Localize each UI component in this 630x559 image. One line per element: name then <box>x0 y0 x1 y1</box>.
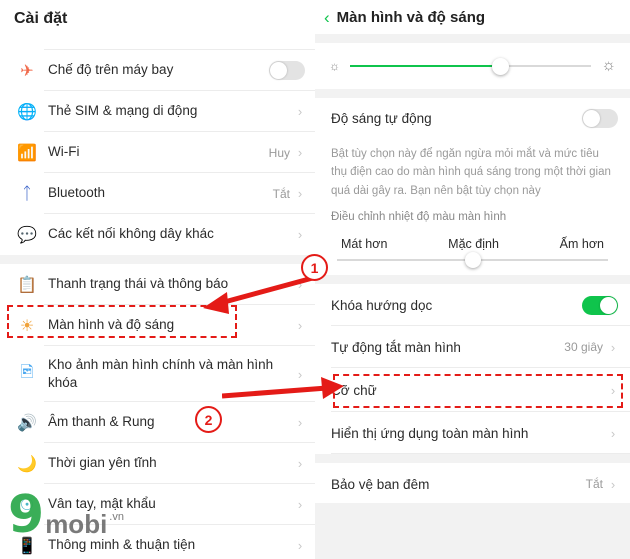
bluetooth-icon: ᛏ <box>21 183 33 203</box>
settings-list: ✈ Chế độ trên máy bay 🌐 Thẻ SIM & mạng d… <box>0 36 315 559</box>
row-font-size[interactable]: Cỡ chữ › <box>315 368 630 413</box>
color-temp-label: Điều chỉnh nhiệt độ màu màn hình <box>331 211 507 224</box>
watermark: 9 mobi .vn <box>8 484 124 545</box>
auto-brightness-description: Bật tùy chọn này để ngăn ngừa mỏi mắt và… <box>331 148 611 197</box>
sun-large-icon: ☼ <box>601 57 616 74</box>
sidebar-item-sound[interactable]: 🔊 Âm thanh & Rung › <box>0 402 315 443</box>
list-item-label: Kho ảnh màn hình chính và màn hình khóa <box>48 356 274 390</box>
sidebar-item-wifi[interactable]: 📶 Wi-Fi Huy › <box>0 132 315 173</box>
row-label: Hiển thị ứng dụng toàn màn hình <box>331 425 529 441</box>
row-label: Bảo vệ ban đêm <box>331 476 430 492</box>
chevron-right-icon: › <box>297 497 303 512</box>
chevron-right-icon: › <box>610 382 616 398</box>
bottom-band <box>315 503 630 559</box>
row-value: 30 giây <box>564 340 603 355</box>
screen-header: ‹ Màn hình và độ sáng <box>315 0 630 34</box>
list-item-label: Thời gian yên tĩnh <box>48 455 157 471</box>
brightness-slider-handle[interactable] <box>491 57 509 75</box>
chevron-right-icon: › <box>297 277 303 292</box>
color-temp-slider-handle[interactable] <box>464 252 481 269</box>
page-title: Cài đặt <box>14 10 68 27</box>
marker-1: 1 <box>301 254 328 281</box>
sun-small-icon: ☼ <box>329 59 340 73</box>
chevron-right-icon: › <box>297 104 303 119</box>
color-temp-slider[interactable] <box>315 251 630 275</box>
sidebar-item-other-connections[interactable]: 💬 Các kết nối không dây khác › <box>0 214 315 255</box>
row-label: Khóa hướng dọc <box>331 297 433 313</box>
list-item-value: Huy <box>268 145 290 160</box>
chevron-right-icon: › <box>297 456 303 471</box>
marker-2: 2 <box>195 406 222 433</box>
auto-brightness-toggle[interactable] <box>582 108 618 128</box>
sidebar-item-display-brightness[interactable]: ☀ Màn hình và độ sáng › <box>0 305 315 346</box>
row-screen-timeout[interactable]: Tự động tắt màn hình 30 giây › <box>315 326 630 369</box>
color-temp-warmer: Ấm hơn <box>559 237 604 252</box>
sound-icon: 🔊 <box>17 414 37 432</box>
color-temp-cooler: Mát hơn <box>341 237 388 252</box>
brightness-slider-row[interactable]: ☼ ☼ <box>315 43 630 89</box>
watermark-tld: .vn <box>109 511 124 523</box>
list-item-label: Màn hình và độ sáng <box>48 317 175 333</box>
auto-brightness-row[interactable]: Độ sáng tự động <box>315 98 630 138</box>
sidebar-item-statusbar[interactable]: 📋 Thanh trạng thái và thông báo › <box>0 264 315 305</box>
back-chevron-icon[interactable]: ‹ <box>324 9 330 26</box>
sidebar-item-quiet-time[interactable]: 🌙 Thời gian yên tĩnh › <box>0 443 315 484</box>
chevron-right-icon: › <box>297 366 303 382</box>
row-label: Tự động tắt màn hình <box>331 339 461 355</box>
list-item-label: Chế độ trên máy bay <box>48 62 174 78</box>
list-item-label: Thẻ SIM & mạng di động <box>48 103 198 119</box>
section-divider <box>315 275 630 285</box>
brightness-slider[interactable] <box>350 57 592 75</box>
dots-icon: 💬 <box>17 226 37 244</box>
lock-orientation-toggle[interactable] <box>582 295 618 315</box>
globe-icon: 🌐 <box>17 103 37 121</box>
wifi-icon: 📶 <box>17 144 37 162</box>
list-item-label: Các kết nối không dây khác <box>48 226 214 242</box>
section-divider <box>315 34 630 43</box>
row-value: Tắt <box>585 477 603 492</box>
row-night-shield[interactable]: Bảo vệ ban đêm Tắt › <box>315 463 630 505</box>
chevron-right-icon: › <box>610 425 616 441</box>
chevron-right-icon: › <box>297 227 303 242</box>
sidebar-item-wallpaper[interactable]: 🖻 Kho ảnh màn hình chính và màn hình khó… <box>0 346 315 402</box>
chevron-right-icon: › <box>610 339 616 355</box>
display-brightness-screen: ‹ Màn hình và độ sáng ☼ ☼ Độ sáng tự độn… <box>315 0 630 559</box>
list-item-label: Thông minh & thuận tiện <box>48 537 196 553</box>
color-temp-default: Mặc định <box>448 237 499 252</box>
airplane-toggle[interactable] <box>269 61 305 80</box>
watermark-name: mobi <box>45 509 108 539</box>
airplane-icon: ✈ <box>20 62 34 80</box>
list-item-label: Thanh trạng thái và thông báo <box>48 276 229 292</box>
screen-title: Màn hình và độ sáng <box>336 8 486 26</box>
list-item-partial <box>0 36 315 50</box>
chevron-right-icon: › <box>610 476 616 492</box>
chevron-right-icon: › <box>297 415 303 430</box>
sidebar-item-airplane[interactable]: ✈ Chế độ trên máy bay <box>0 50 315 91</box>
list-item-value: Tắt <box>272 186 290 201</box>
list-item-label: Wi-Fi <box>48 144 80 160</box>
section-divider <box>315 454 630 464</box>
settings-screen: Cài đặt ✈ Chế độ trên máy bay 🌐 Thẻ SIM … <box>0 0 315 559</box>
chevron-right-icon: › <box>297 186 303 201</box>
list-item-label: Bluetooth <box>48 185 106 201</box>
row-lock-orientation[interactable]: Khóa hướng dọc <box>315 284 630 327</box>
row-label: Cỡ chữ <box>331 382 377 398</box>
notification-icon: 📋 <box>17 276 37 294</box>
sidebar-item-bluetooth[interactable]: ᛏ Bluetooth Tắt › <box>0 173 315 214</box>
chevron-right-icon: › <box>297 318 303 333</box>
watermark-digit: 9 <box>8 484 45 545</box>
brightness-icon: ☀ <box>19 317 35 335</box>
chevron-right-icon: › <box>297 538 303 553</box>
sidebar-item-sim[interactable]: 🌐 Thẻ SIM & mạng di động › <box>0 91 315 132</box>
gallery-icon: 🖻 <box>20 363 34 381</box>
moon-icon: 🌙 <box>17 455 37 473</box>
color-temp-labels: Mát hơn Mặc định Ấm hơn <box>315 231 630 251</box>
auto-brightness-label: Độ sáng tự động <box>331 110 432 126</box>
row-fullscreen-apps[interactable]: Hiển thị ứng dụng toàn màn hình › <box>315 412 630 455</box>
section-divider <box>315 89 630 98</box>
list-item-label: Âm thanh & Rung <box>48 414 155 430</box>
chevron-right-icon: › <box>297 145 303 160</box>
section-divider <box>0 255 315 264</box>
